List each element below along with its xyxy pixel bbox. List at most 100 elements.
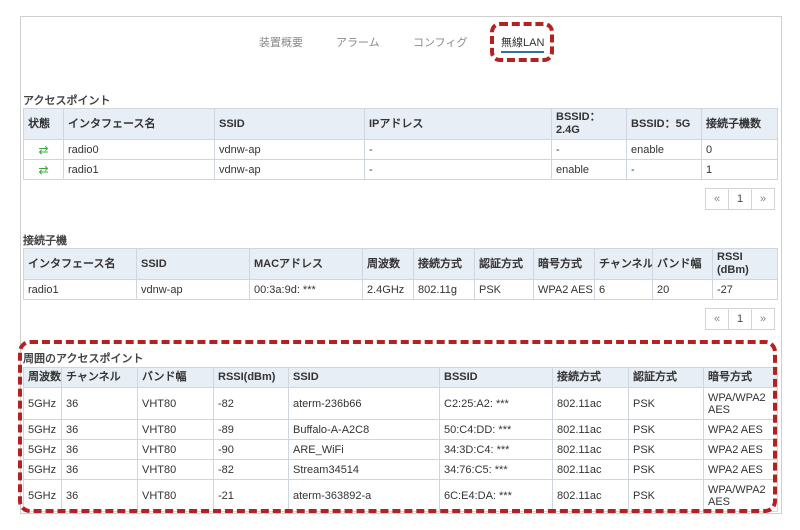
cell-auth: PSK (628, 419, 704, 440)
pager-next-button[interactable]: » (751, 188, 775, 210)
col-ssid: SSID (288, 367, 440, 388)
col-rssi: RSSI(dBm) (213, 367, 289, 388)
col-mode: 接続方式 (413, 248, 475, 280)
col-bssid-24: BSSID：2.4G (551, 108, 627, 140)
col-bssid-5: BSSID：5G (626, 108, 702, 140)
cell-mode: 802.11ac (552, 419, 629, 440)
col-bandwidth: バンド幅 (137, 367, 214, 388)
cell-bssid-24: - (551, 139, 627, 160)
cell-ssid: aterm-363892-a (288, 479, 440, 512)
col-ssid: SSID (136, 248, 250, 280)
cell-frequency: 5GHz (23, 439, 62, 460)
cell-ip: - (364, 159, 552, 180)
cell-rssi: -90 (213, 439, 289, 460)
cell-encryption: WPA2 AES (703, 439, 778, 460)
cell-frequency: 5GHz (23, 459, 62, 480)
cell-encryption: WPA/WPA2 AES (703, 479, 778, 512)
col-frequency: 周波数 (362, 248, 414, 280)
pager-prev-button[interactable]: « (705, 188, 729, 210)
cell-client-count: 0 (701, 139, 778, 160)
cell-bssid: 34:76:C5: *** (439, 459, 553, 480)
cell-channel: 36 (61, 439, 138, 460)
cell-encryption: WPA2 AES (703, 419, 778, 440)
connected-clients-title: 接続子機 (23, 235, 67, 247)
cell-mode: 802.11g (413, 279, 475, 300)
col-bandwidth: バンド幅 (652, 248, 713, 280)
col-ip: IPアドレス (364, 108, 552, 140)
cell-interface: radio1 (63, 159, 215, 180)
cell-channel: 36 (61, 459, 138, 480)
connected-clients-table: インタフェース名 SSID MACアドレス 周波数 接続方式 認証方式 暗号方式… (23, 248, 778, 300)
pager-prev-button[interactable]: « (705, 308, 729, 330)
cell-channel: 36 (61, 387, 138, 420)
cell-client-count: 1 (701, 159, 778, 180)
neighbor-ap-title: 周囲のアクセスポイント (23, 353, 144, 365)
cell-rssi: -27 (712, 279, 778, 300)
cell-ssid: aterm-236b66 (288, 387, 440, 420)
tab-alarm[interactable]: アラーム (336, 34, 380, 50)
cell-ssid: Stream34514 (288, 459, 440, 480)
table-row: 5GHz 36 VHT80 -89 Buffalo-A-A2C8 50:C4:D… (23, 419, 778, 440)
access-point-table: 状態 インタフェース名 SSID IPアドレス BSSID：2.4G BSSID… (23, 108, 778, 180)
cell-rssi: -82 (213, 459, 289, 480)
col-encryption: 暗号方式 (703, 367, 778, 388)
connected-clients-pager: « 1 » (705, 308, 775, 330)
cell-mode: 802.11ac (552, 459, 629, 480)
cell-mode: 802.11ac (552, 479, 629, 512)
table-row: ⇄ radio1 vdnw-ap - enable - 1 (23, 159, 778, 180)
col-interface: インタフェース名 (23, 248, 137, 280)
tab-bar: 装置概要 アラーム コンフィグ 無線LAN (0, 34, 800, 54)
cell-ssid: vdnw-ap (136, 279, 250, 300)
cell-mode: 802.11ac (552, 439, 629, 460)
cell-bandwidth: VHT80 (137, 387, 214, 420)
status-icon: ⇄ (23, 159, 64, 180)
cell-bssid: 6C:E4:DA: *** (439, 479, 553, 512)
col-rssi: RSSI (dBm) (712, 248, 778, 280)
col-ssid: SSID (214, 108, 365, 140)
cell-ip: - (364, 139, 552, 160)
pager-page-button[interactable]: 1 (728, 188, 752, 210)
cell-interface: radio1 (23, 279, 137, 300)
col-mac: MACアドレス (249, 248, 363, 280)
cell-bandwidth: VHT80 (137, 419, 214, 440)
col-auth: 認証方式 (628, 367, 704, 388)
table-row: 5GHz 36 VHT80 -21 aterm-363892-a 6C:E4:D… (23, 479, 778, 512)
cell-auth: PSK (628, 459, 704, 480)
cell-bssid-24: enable (551, 159, 627, 180)
cell-encryption: WPA2 AES (533, 279, 595, 300)
pager-next-button[interactable]: » (751, 308, 775, 330)
cell-rssi: -89 (213, 419, 289, 440)
cell-bssid: C2:25:A2: *** (439, 387, 553, 420)
col-client-count: 接続子機数 (701, 108, 778, 140)
tab-config[interactable]: コンフィグ (413, 34, 467, 50)
status-icon: ⇄ (23, 139, 64, 160)
cell-auth: PSK (474, 279, 534, 300)
tab-device-overview[interactable]: 装置概要 (259, 34, 303, 50)
cell-auth: PSK (628, 479, 704, 512)
cell-bssid: 34:3D:C4: *** (439, 439, 553, 460)
col-bssid: BSSID (439, 367, 553, 388)
cell-channel: 6 (594, 279, 653, 300)
cell-bandwidth: VHT80 (137, 479, 214, 512)
neighbor-ap-table: 周波数 チャンネル バンド幅 RSSI(dBm) SSID BSSID 接続方式… (23, 367, 778, 512)
cell-rssi: -21 (213, 479, 289, 512)
cell-rssi: -82 (213, 387, 289, 420)
table-row: 5GHz 36 VHT80 -82 Stream34514 34:76:C5: … (23, 459, 778, 480)
cell-interface: radio0 (63, 139, 215, 160)
cell-auth: PSK (628, 439, 704, 460)
cell-bssid: 50:C4:DD: *** (439, 419, 553, 440)
cell-frequency: 5GHz (23, 387, 62, 420)
cell-auth: PSK (628, 387, 704, 420)
cell-ssid: vdnw-ap (214, 139, 365, 160)
cell-ssid: vdnw-ap (214, 159, 365, 180)
cell-bandwidth: 20 (652, 279, 713, 300)
pager-page-button[interactable]: 1 (728, 308, 752, 330)
access-point-title: アクセスポイント (23, 95, 111, 107)
cell-frequency: 5GHz (23, 419, 62, 440)
col-auth: 認証方式 (474, 248, 534, 280)
cell-channel: 36 (61, 479, 138, 512)
cell-bssid-5: enable (626, 139, 702, 160)
cell-bandwidth: VHT80 (137, 459, 214, 480)
cell-frequency: 5GHz (23, 479, 62, 512)
col-encryption: 暗号方式 (533, 248, 595, 280)
